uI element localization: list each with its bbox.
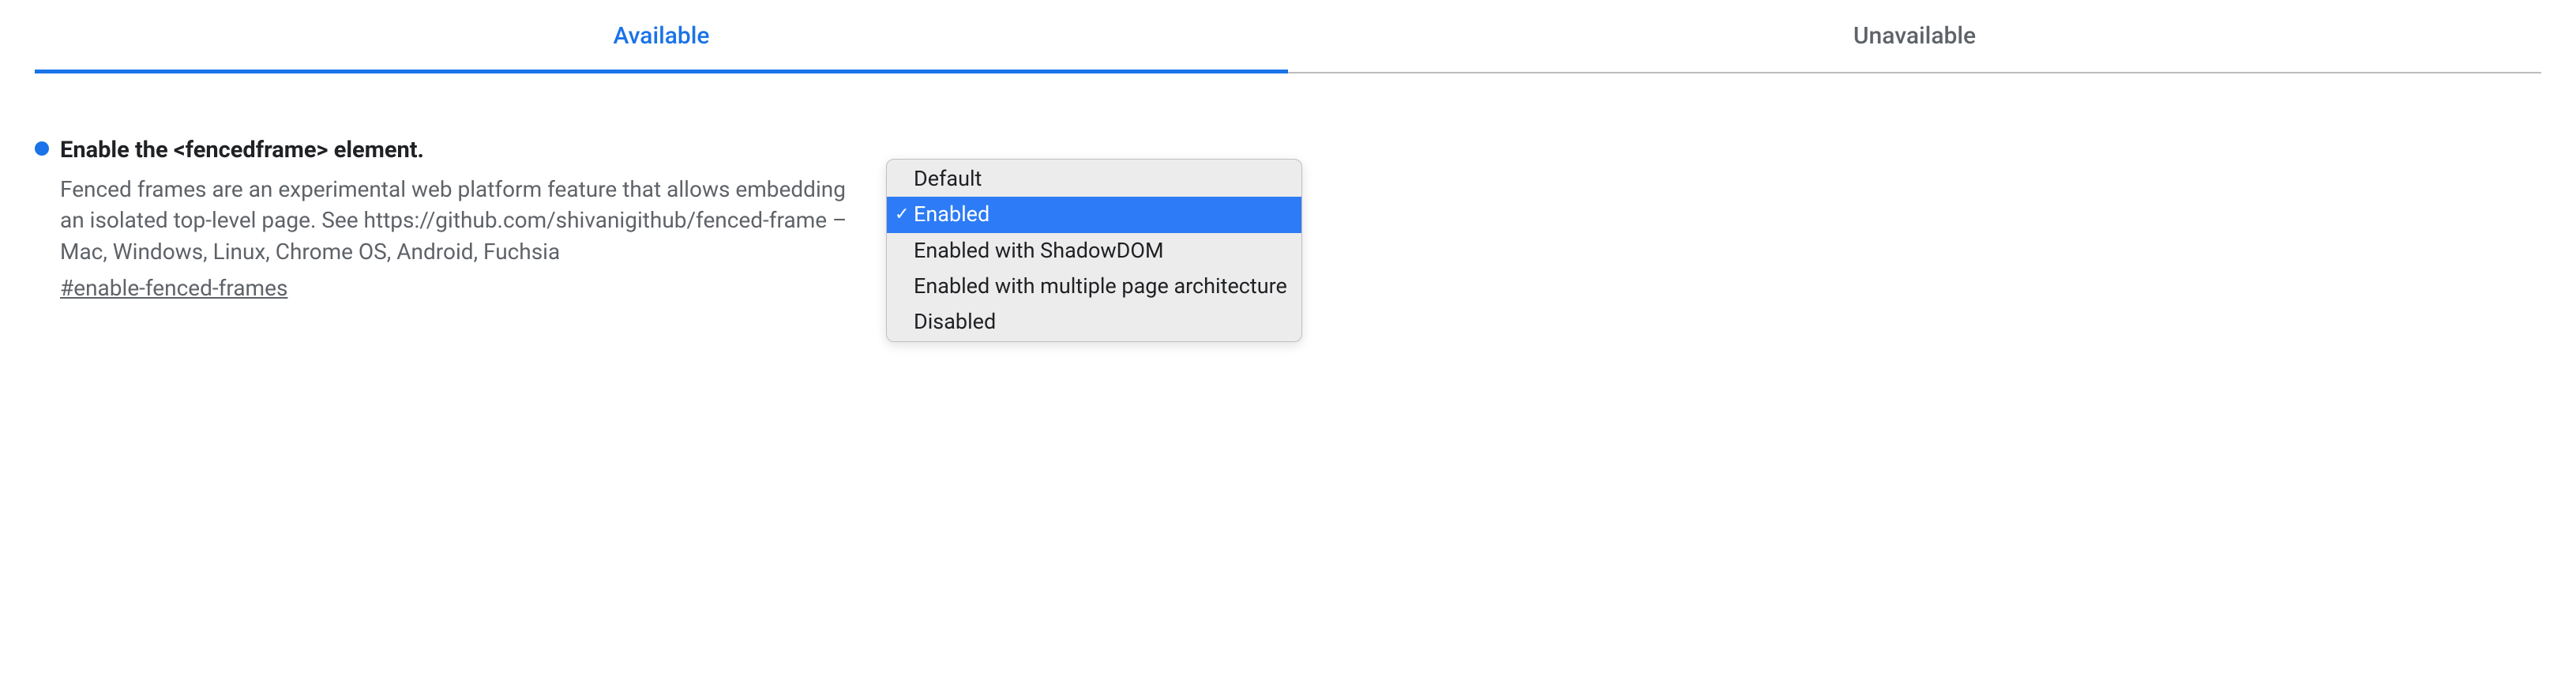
tabs-bar: Available Unavailable	[35, 3, 2541, 73]
flag-description: Fenced frames are an experimental web pl…	[60, 174, 850, 267]
tab-label: Unavailable	[1853, 22, 1976, 50]
flags-page-container: Available Unavailable Enable the <fenced…	[0, 3, 2576, 301]
flag-item: Enable the <fencedframe> element. Fenced…	[35, 135, 2541, 301]
tab-available[interactable]: Available	[35, 3, 1288, 72]
dropdown-option-enabled-mpa[interactable]: Enabled with multiple page architecture	[887, 269, 1301, 304]
dropdown-option-disabled[interactable]: Disabled	[887, 304, 1301, 340]
dropdown-option-enabled-shadowdom[interactable]: Enabled with ShadowDOM	[887, 233, 1301, 269]
flag-dropdown-wrapper: Default Enabled Enabled with ShadowDOM E…	[886, 159, 1302, 342]
flag-content: Enable the <fencedframe> element. Fenced…	[60, 135, 866, 301]
modified-indicator-dot-icon	[35, 141, 49, 156]
flag-dropdown[interactable]: Default Enabled Enabled with ShadowDOM E…	[886, 159, 1302, 342]
tab-label: Available	[613, 22, 709, 50]
dropdown-option-default[interactable]: Default	[887, 161, 1301, 197]
flag-hash-link[interactable]: #enable-fenced-frames	[60, 275, 287, 301]
tab-unavailable[interactable]: Unavailable	[1288, 3, 2541, 72]
flag-title: Enable the <fencedframe> element.	[60, 135, 850, 166]
dropdown-option-enabled[interactable]: Enabled	[887, 197, 1301, 232]
